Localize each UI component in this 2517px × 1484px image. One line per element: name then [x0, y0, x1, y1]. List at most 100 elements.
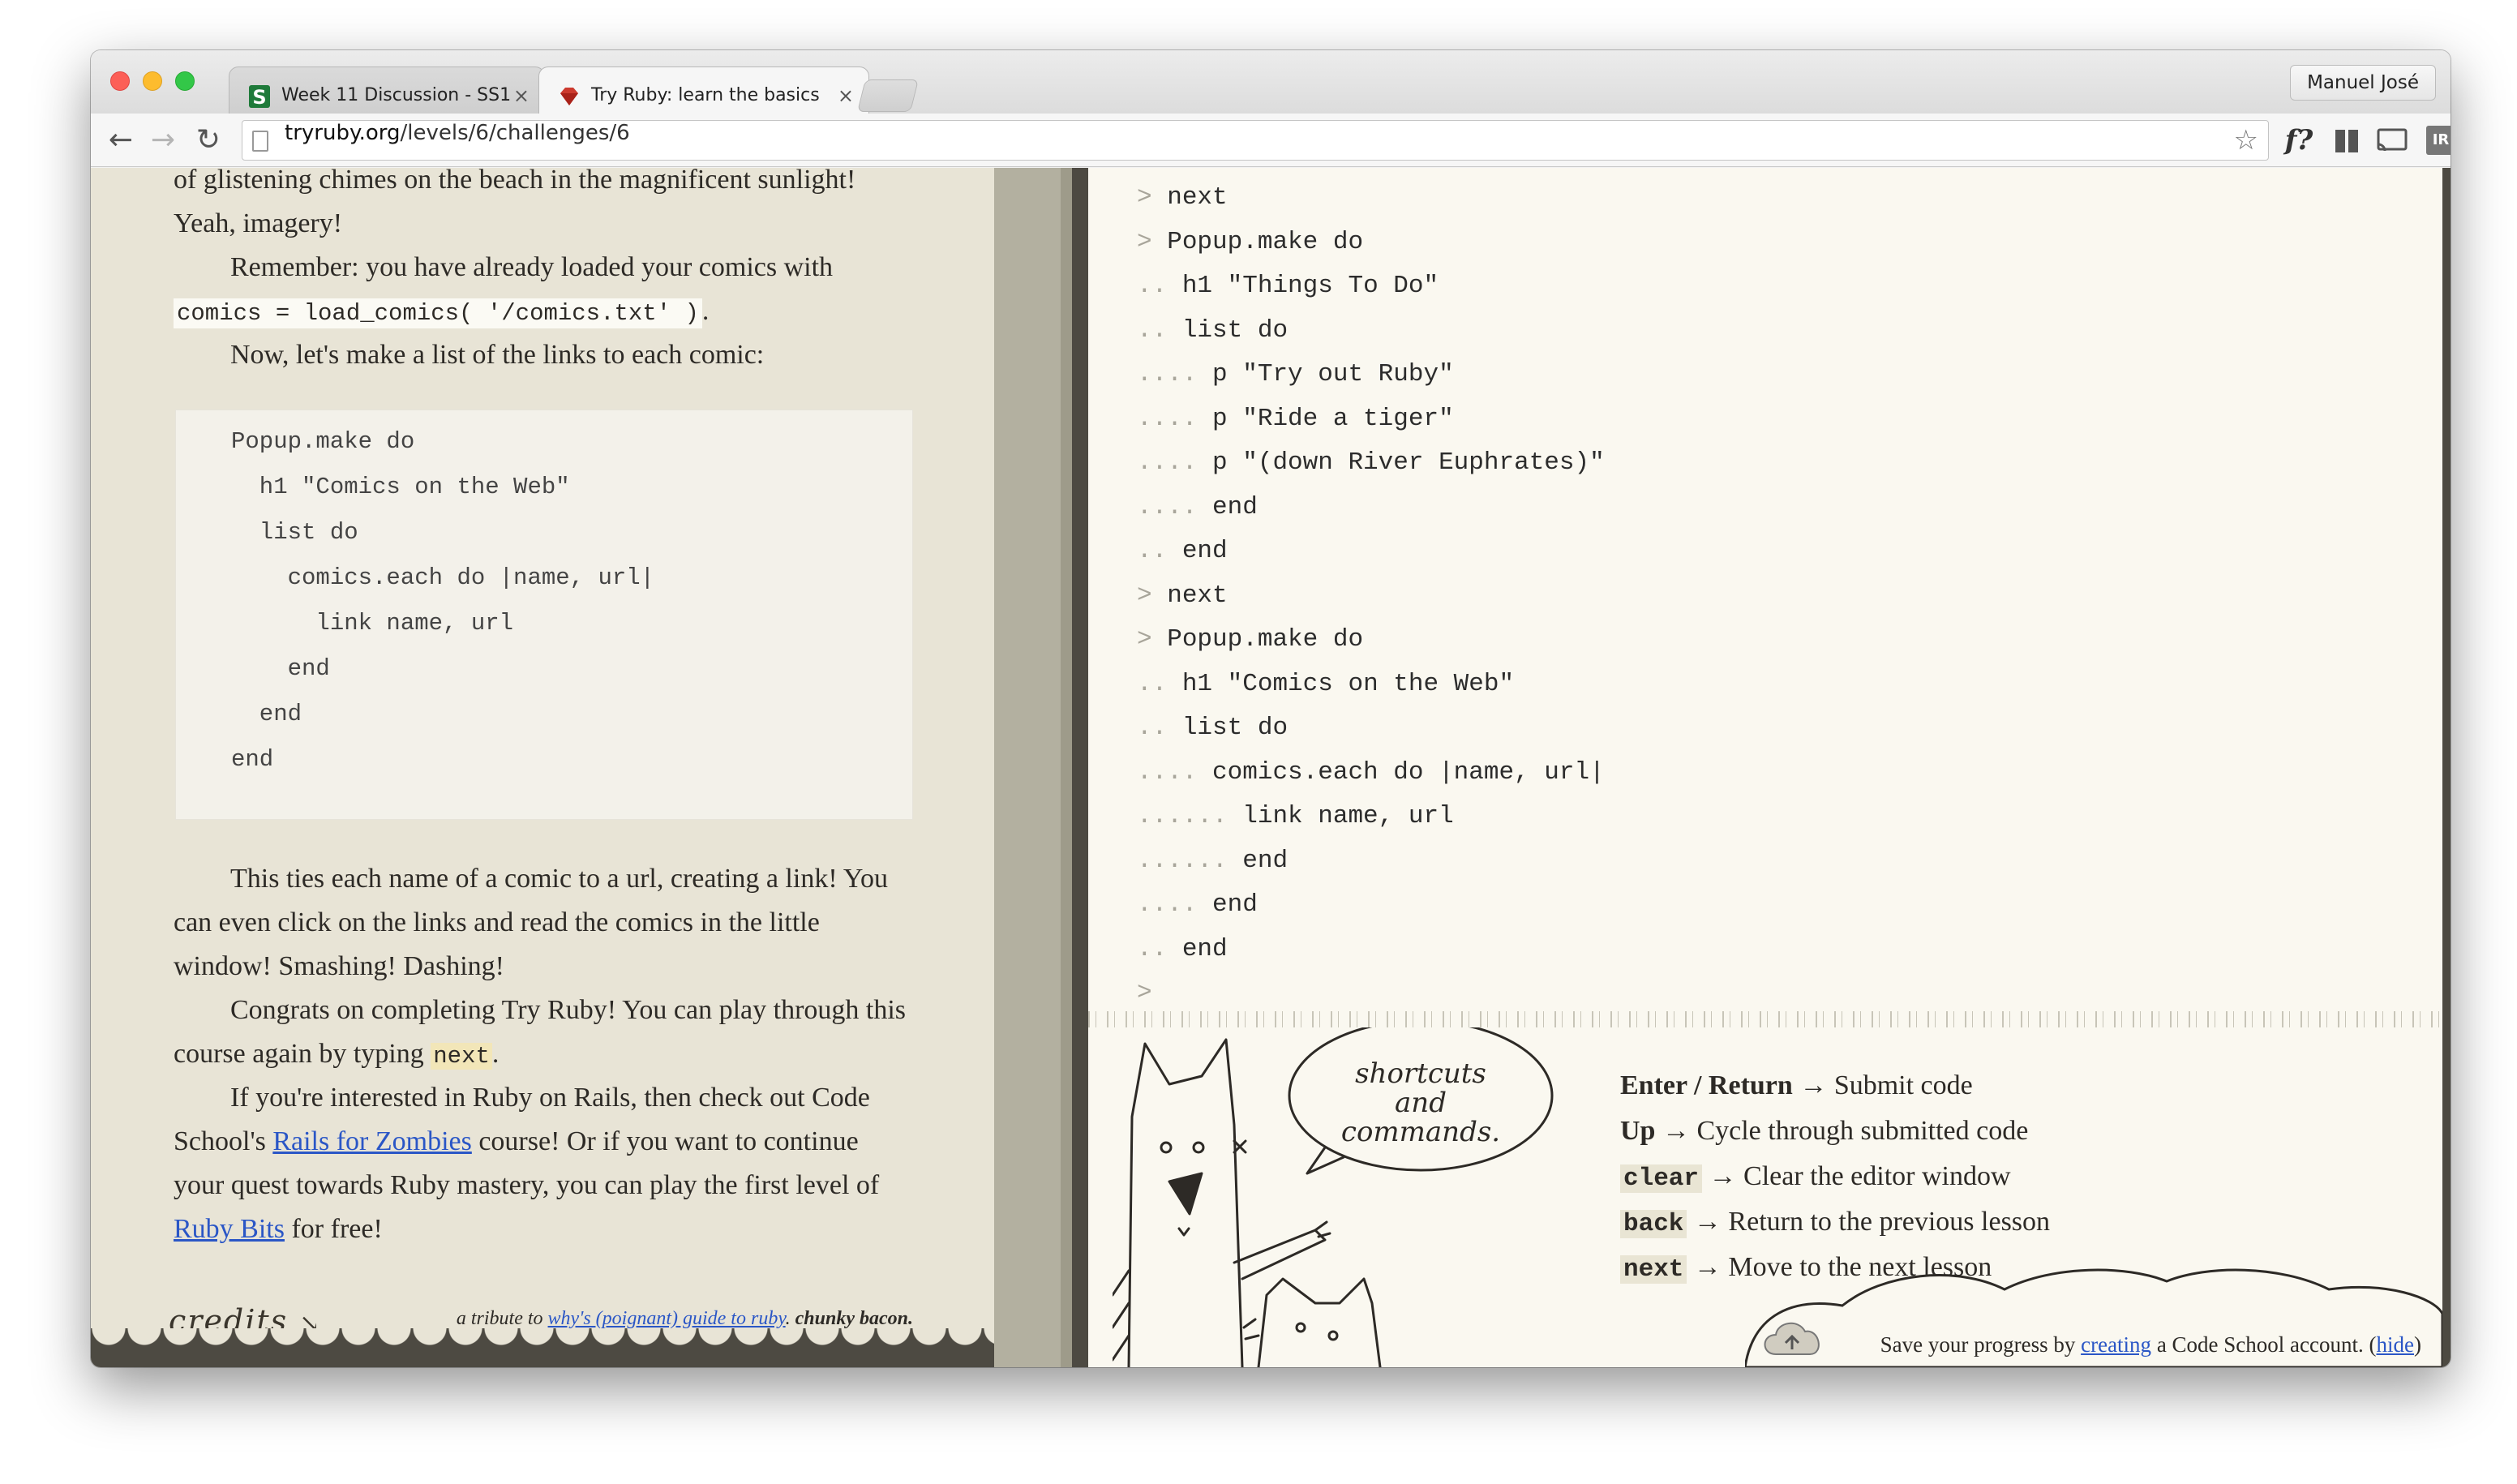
inline-code: comics = load_comics( '/comics.txt' )	[174, 298, 702, 328]
title-bar: S Week 11 Discussion - SS1 × Try Ruby: l…	[91, 50, 2451, 114]
create-account-link[interactable]: creating	[2081, 1332, 2151, 1357]
cast-icon[interactable]	[2374, 123, 2410, 157]
lesson-paragraph: of glistening chimes on the beach in the…	[174, 168, 856, 238]
console-line: .. h1 "Things To Do"	[1137, 264, 2434, 309]
console-code: end	[1212, 890, 1258, 919]
arrow-icon: →	[1687, 1207, 1729, 1237]
console-line: .... comics.each do |name, url|	[1137, 751, 2434, 796]
console-prompt: ..	[1137, 669, 1168, 698]
tab-week-11-discussion[interactable]: S Week 11 Discussion - SS1 ×	[229, 66, 545, 114]
lesson-paragraph: If you're interested in Ruby on Rails, t…	[174, 1076, 913, 1251]
console-line: > Popup.make do	[1137, 221, 2434, 265]
arrow-icon: →	[1655, 1116, 1697, 1146]
ruby-bits-link[interactable]: Ruby Bits	[174, 1214, 285, 1244]
console-panel[interactable]: > next > Popup.make do.. h1 "Things To Do…	[1088, 168, 2442, 1367]
save-progress-banner: Save your progress by creating a Code Sc…	[1880, 1332, 2421, 1357]
ir-extension-icon[interactable]: IR	[2426, 126, 2451, 155]
console-prompt: >	[1137, 183, 1152, 212]
panel-resize-strip[interactable]	[994, 168, 1072, 1367]
shortcut-description: Cycle through submitted code	[1696, 1116, 2029, 1146]
rails-for-zombies-link[interactable]: Rails for Zombies	[272, 1126, 472, 1156]
bookmark-star-icon[interactable]: ☆	[2234, 124, 2258, 157]
back-icon[interactable]: ←	[102, 122, 139, 159]
code-line: h1 "Comics on the Web"	[231, 474, 570, 500]
bubble-line-1: shortcuts	[1355, 1057, 1486, 1090]
new-tab-button[interactable]	[857, 79, 919, 112]
shortcut-description: Submit code	[1833, 1070, 1973, 1100]
save-text: )	[2414, 1332, 2421, 1357]
url-domain: tryruby.org	[285, 121, 401, 145]
browser-window: S Week 11 Discussion - SS1 × Try Ruby: l…	[91, 50, 2451, 1367]
font-finder-extension-icon[interactable]: f?	[2280, 123, 2318, 157]
console-code: end	[1212, 492, 1258, 521]
arrow-icon: →	[1687, 1252, 1729, 1282]
hide-banner-link[interactable]: hide	[2377, 1332, 2415, 1357]
url-path: /levels/6/challenges/6	[400, 121, 630, 145]
poignant-guide-link[interactable]: why's (poignant) guide to ruby	[548, 1308, 786, 1329]
console-prompt: ..	[1137, 537, 1168, 565]
console-line: .... end	[1137, 486, 2434, 530]
shortcut-key: back	[1620, 1210, 1687, 1238]
code-line: link name, url	[231, 610, 514, 637]
console-prompt: >	[1137, 581, 1152, 610]
tribute-line: a tribute to why's (poignant) guide to r…	[457, 1308, 913, 1330]
lesson-paragraph: This ties each name of a comic to a url,…	[174, 864, 889, 981]
console-line: .. h1 "Comics on the Web"	[1137, 663, 2434, 707]
console-prompt: >	[1137, 227, 1152, 256]
console-line: .. end	[1137, 530, 2434, 574]
shortcut-key: clear	[1620, 1164, 1703, 1193]
console-line: .... p "Try out Ruby"	[1137, 353, 2434, 397]
console-line: > Popup.make do	[1137, 618, 2434, 663]
console-prompt: ....	[1137, 890, 1198, 919]
arrow-icon: →	[1702, 1161, 1744, 1191]
scalloped-edge	[91, 1328, 994, 1367]
console-line: >	[1137, 971, 2434, 1016]
shortcut-row: clear → Clear the editor window	[1620, 1154, 2050, 1199]
console-line: .... p "(down River Euphrates)"	[1137, 441, 2434, 486]
lesson-panel: of glistening chimes on the beach in the…	[91, 168, 994, 1367]
code-line: end	[231, 701, 302, 727]
close-tab-icon[interactable]: ×	[513, 67, 530, 114]
console-code: next	[1167, 183, 1228, 212]
console-prompt: ....	[1137, 360, 1198, 388]
bubble-line-3: commands.	[1341, 1116, 1500, 1148]
tab-title: Try Ruby: learn the basics	[591, 85, 820, 105]
console-prompt: ..	[1137, 714, 1168, 742]
console-code: h1 "Comics on the Web"	[1181, 669, 1515, 698]
lesson-text-span: for free!	[291, 1214, 383, 1244]
reader-view-icon[interactable]	[2332, 123, 2361, 157]
console-separator	[1088, 1011, 2442, 1027]
tab-try-ruby[interactable]: Try Ruby: learn the basics ×	[538, 66, 869, 114]
profile-button[interactable]: Manuel José	[2290, 65, 2436, 101]
console-line: > next	[1137, 574, 2434, 619]
console-code: Popup.make do	[1167, 227, 1364, 256]
console-line: .... p "Ride a tiger"	[1137, 397, 2434, 442]
lesson-text-lower: This ties each name of a comic to a url,…	[174, 857, 913, 1251]
reload-icon[interactable]: ↻	[190, 122, 227, 159]
punctuation: .	[785, 1308, 791, 1329]
browser-toolbar: ← → ↻ tryruby.org/levels/6/challenges/6 …	[91, 114, 2451, 167]
punctuation: .	[701, 296, 710, 326]
s-logo-icon: S	[249, 85, 270, 109]
punctuation: .	[491, 1039, 500, 1069]
console-prompt: ......	[1137, 846, 1228, 875]
console-code: end	[1242, 846, 1289, 875]
console-line: > next	[1137, 176, 2434, 221]
ruby-console[interactable]: > next > Popup.make do.. h1 "Things To Do…	[1137, 176, 2434, 1016]
address-bar[interactable]: tryruby.org/levels/6/challenges/6 ☆	[242, 120, 2269, 161]
code-line: list do	[231, 519, 358, 546]
forward-icon[interactable]: →	[144, 122, 182, 159]
console-prompt: ..	[1137, 272, 1168, 300]
page-icon	[252, 131, 268, 152]
code-line: end	[231, 655, 330, 682]
console-line: ...... link name, url	[1137, 795, 2434, 839]
code-line: comics.each do |name, url|	[231, 564, 655, 591]
shortcut-key: next	[1620, 1255, 1687, 1284]
console-prompt: >	[1137, 625, 1152, 654]
lesson-paragraph: Remember: you have already loaded your c…	[174, 246, 913, 333]
console-line: .. list do	[1137, 309, 2434, 354]
code-line: Popup.make do	[231, 428, 415, 455]
code-line: end	[231, 746, 274, 773]
save-text: a Code School account. (	[2156, 1332, 2377, 1357]
close-tab-icon[interactable]: ×	[838, 67, 854, 114]
